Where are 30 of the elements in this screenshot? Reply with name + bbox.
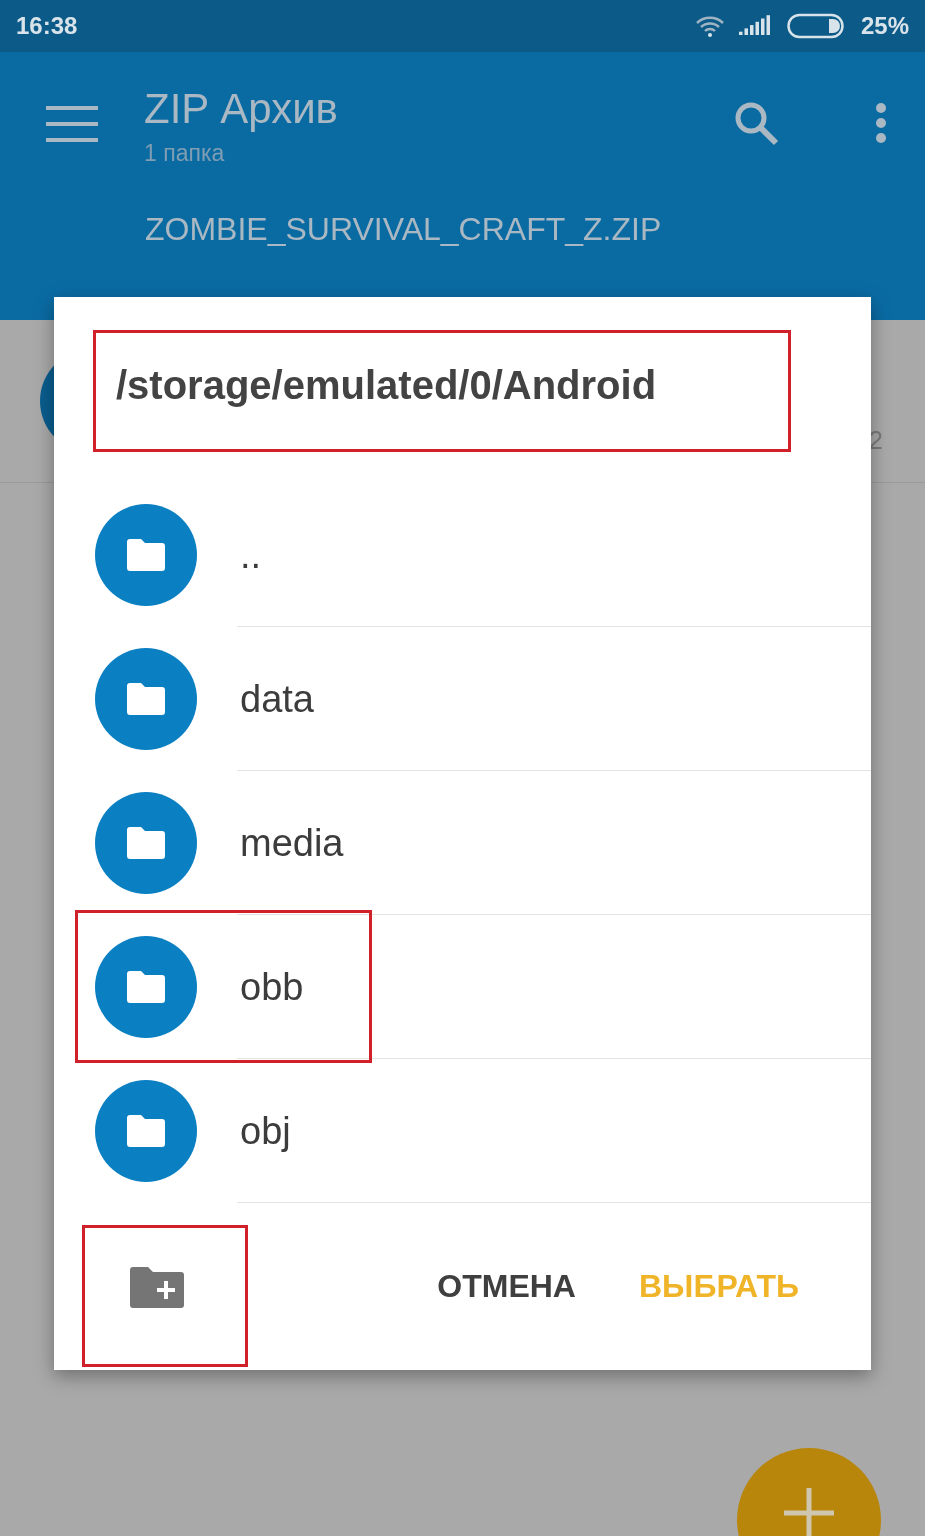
folder-row[interactable]: media [54, 771, 871, 915]
folder-name: data [240, 677, 314, 721]
app-subtitle: 1 папка [144, 140, 226, 167]
folder-row[interactable]: obj [54, 1059, 871, 1203]
folder-name: .. [240, 533, 262, 577]
folder-row[interactable]: .. [54, 483, 871, 627]
folder-name: obj [240, 1109, 291, 1153]
cancel-button[interactable]: ОТМЕНА [437, 1260, 576, 1313]
folder-icon [125, 970, 167, 1004]
folder-row[interactable]: obb [54, 915, 871, 1059]
wifi-icon [694, 15, 725, 37]
status-time: 16:38 [16, 12, 78, 40]
folder-icon [125, 1114, 167, 1148]
menu-icon[interactable] [46, 106, 98, 142]
signal-icon [738, 15, 773, 37]
folder-row[interactable]: data [54, 627, 871, 771]
folder-path: /storage/emulated/0/Android [116, 362, 657, 408]
new-folder-icon [130, 1265, 184, 1308]
app-title: ZIP Архив [144, 84, 338, 134]
folder-icon [125, 826, 167, 860]
folder-icon [125, 538, 167, 572]
folder-name: obb [240, 965, 304, 1009]
plus-icon [784, 1488, 834, 1536]
new-folder-button[interactable] [130, 1265, 184, 1308]
folder-name: media [240, 821, 344, 865]
more-icon[interactable] [875, 102, 887, 144]
folder-icon [125, 682, 167, 716]
battery-percent: 25% [860, 12, 909, 40]
search-icon[interactable] [733, 100, 779, 146]
battery-icon [786, 13, 847, 39]
